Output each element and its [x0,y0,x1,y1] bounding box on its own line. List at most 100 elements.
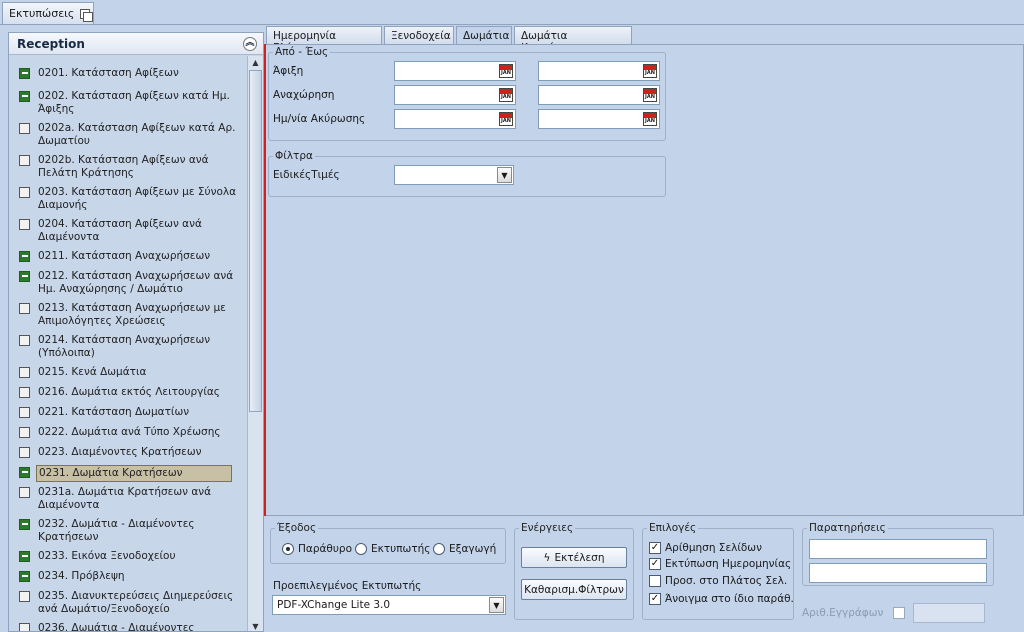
report-icon [19,303,30,314]
report-list-item[interactable]: 0202b. Κατάσταση Αφίξεων ανά Πελάτη Κράτ… [9,153,245,181]
page-numbering-checkbox[interactable]: ✓ Αρίθμηση Σελίδων [649,542,762,554]
tab-hotels[interactable]: Ξενοδοχεία [384,26,454,44]
calendar-icon[interactable]: JAN [643,64,657,78]
report-list-item[interactable]: 0212. Κατάσταση Αναχωρήσεων ανά Ημ. Αναχ… [9,269,245,297]
calendar-icon[interactable]: JAN [643,112,657,126]
report-list-item[interactable]: 0234. Πρόβλεψη [9,569,245,584]
cancel-date-label: Ημ/νία Ακύρωσης [273,113,366,125]
calendar-icon[interactable]: JAN [499,112,513,126]
window-title-tab[interactable]: Εκτυπώσεις [2,2,94,24]
report-icon [19,447,30,458]
output-printer-radio[interactable]: Εκτυπωτής [355,543,430,555]
records-count-label: Αριθ.Εγγράφων [802,607,884,619]
report-item-label: 0214. Κατάσταση Αναχωρήσεων (Υπόλοιπα) [38,334,211,359]
scroll-down-icon[interactable]: ▼ [248,620,263,631]
fit-page-width-checkbox[interactable]: Προσ. στο Πλάτος Σελ. [649,575,787,587]
report-list-item[interactable]: 0213. Κατάσταση Αναχωρήσεων με Απιμολόγη… [9,301,245,329]
checkbox-box[interactable] [649,575,661,587]
departure-label: Αναχώρηση [273,89,335,101]
records-count-field[interactable] [913,603,985,623]
panel-splitter[interactable] [264,44,266,516]
records-count-checkbox[interactable] [893,607,905,619]
report-list-item[interactable]: 0215. Κενά Δωμάτια [9,365,245,380]
report-item-label: 0221. Κατάσταση Δωματίων [38,406,190,418]
report-list-item[interactable]: 0221. Κατάσταση Δωματίων [9,405,245,420]
report-list-item[interactable]: 0236. Δωμάτια - Διαμένοντες Κρατήσεων κα… [9,621,245,631]
report-item-label: 0204. Κατάσταση Αφίξεων ανά Διαμένοντα [38,218,202,243]
sidebar-header: Reception ︽ [9,33,263,55]
report-list-item[interactable]: 0203. Κατάσταση Αφίξεων με Σύνολα Διαμον… [9,185,245,213]
report-icon [19,335,30,346]
open-same-window-checkbox[interactable]: ✓ Άνοιγμα στο ίδιο παράθ. [649,593,794,605]
calendar-icon[interactable]: JAN [643,88,657,102]
collapse-icon[interactable]: ︽ [243,36,257,51]
cancel-from-field[interactable]: JAN [394,109,516,129]
report-icon [19,187,30,198]
departure-from-field[interactable]: JAN [394,85,516,105]
radio-dot[interactable] [433,543,445,555]
date-range-legend: Από - Έως [275,46,329,58]
sidebar-scrollbar[interactable]: ▲ ▼ [247,56,263,631]
cancel-to-field[interactable]: JAN [538,109,660,129]
arrival-from-field[interactable]: JAN [394,61,516,81]
checkbox-label: Αρίθμηση Σελίδων [665,542,762,554]
execute-button[interactable]: ϟ Εκτέλεση [521,547,627,568]
arrival-to-field[interactable]: JAN [538,61,660,81]
output-window-radio[interactable]: Παράθυρο [282,543,352,555]
lightning-icon: ϟ [543,551,551,564]
report-list-item[interactable]: 0235. Διανυκτερεύσεις Διημερεύσεις ανά Δ… [9,589,245,617]
radio-label: Εκτυπωτής [371,543,431,555]
report-list-item[interactable]: 0202a. Κατάσταση Αφίξεων κατά Αρ. Δωματί… [9,121,245,149]
report-item-label: 0211. Κατάσταση Αναχωρήσεων [38,250,211,262]
tab-label: Ξενοδοχεία [391,30,451,42]
output-export-radio[interactable]: Εξαγωγή [433,543,496,555]
report-icon [19,591,30,602]
checkbox-box[interactable] [893,607,905,619]
report-list-item[interactable]: 0233. Εικόνα Ξενοδοχείου [9,549,245,564]
notes-line-2-field[interactable] [809,563,987,583]
execute-label: Εκτέλεση [554,551,605,564]
report-list-item[interactable]: 0222. Δωμάτια ανά Τύπο Χρέωσης [9,425,245,440]
report-list-item[interactable]: 0223. Διαμένοντες Κρατήσεων [9,445,245,460]
tab-check-date[interactable]: Ημερομηνία Ελέγχου [266,26,382,54]
report-list-item[interactable]: 0211. Κατάσταση Αναχωρήσεων [9,249,245,264]
chevron-down-icon[interactable]: ▼ [489,597,504,613]
report-list-item[interactable]: 0201. Κατάσταση Αφίξεων [9,66,245,81]
radio-dot[interactable] [282,543,294,555]
report-list-item[interactable]: 0232. Δωμάτια - Διαμένοντες Κρατήσεων [9,517,245,545]
clear-filters-button[interactable]: Καθαρισμ.Φίλτρων [521,579,627,600]
report-list-item[interactable]: 0231a. Δωμάτια Κρατήσεων ανά Διαμένοντα [9,485,245,513]
checkbox-box[interactable]: ✓ [649,593,661,605]
report-icon [19,427,30,438]
report-icon [19,623,30,631]
chevron-down-icon[interactable]: ▼ [497,167,512,183]
checkbox-box[interactable]: ✓ [649,542,661,554]
report-item-label: 0212. Κατάσταση Αναχωρήσεων ανά Ημ. Αναχ… [38,270,234,295]
window-title: Εκτυπώσεις [9,7,75,20]
window-restore-icon[interactable] [80,8,94,22]
green-report-icon [19,91,30,102]
calendar-icon[interactable]: JAN [499,88,513,102]
scroll-up-icon[interactable]: ▲ [248,56,263,69]
checkbox-box[interactable]: ✓ [649,558,661,570]
green-report-icon [19,271,30,282]
report-list-item[interactable]: 0214. Κατάσταση Αναχωρήσεων (Υπόλοιπα) [9,333,245,361]
radio-dot[interactable] [355,543,367,555]
printer-select[interactable]: PDF-XChange Lite 3.0 ▼ [272,595,506,615]
report-list-item[interactable]: 0202. Κατάσταση Αφίξεων κατά Ημ. Άφιξης [9,89,245,117]
departure-to-field[interactable]: JAN [538,85,660,105]
tab-rooms[interactable]: Δωμάτια [456,26,512,45]
print-date-checkbox[interactable]: ✓ Εκτύπωση Ημερομηνίας [649,558,791,570]
scrollbar-thumb[interactable] [249,70,262,412]
report-list-item[interactable]: 0204. Κατάσταση Αφίξεων ανά Διαμένοντα [9,217,245,245]
tab-reservation-rooms[interactable]: Δωμάτια Κρατήσεων [514,26,632,54]
special-prices-select[interactable]: ▼ [394,165,514,185]
checkbox-label: Προσ. στο Πλάτος Σελ. [665,575,788,587]
report-item-label: 0223. Διαμένοντες Κρατήσεων [38,446,202,458]
calendar-icon[interactable]: JAN [499,64,513,78]
report-item-label: 0201. Κατάσταση Αφίξεων [38,67,179,79]
report-icon [19,387,30,398]
notes-line-1-field[interactable] [809,539,987,559]
report-list-item[interactable]: 0216. Δωμάτια εκτός Λειτουργίας [9,385,245,400]
report-list-item[interactable]: 0231. Δωμάτια Κρατήσεων [9,465,245,482]
